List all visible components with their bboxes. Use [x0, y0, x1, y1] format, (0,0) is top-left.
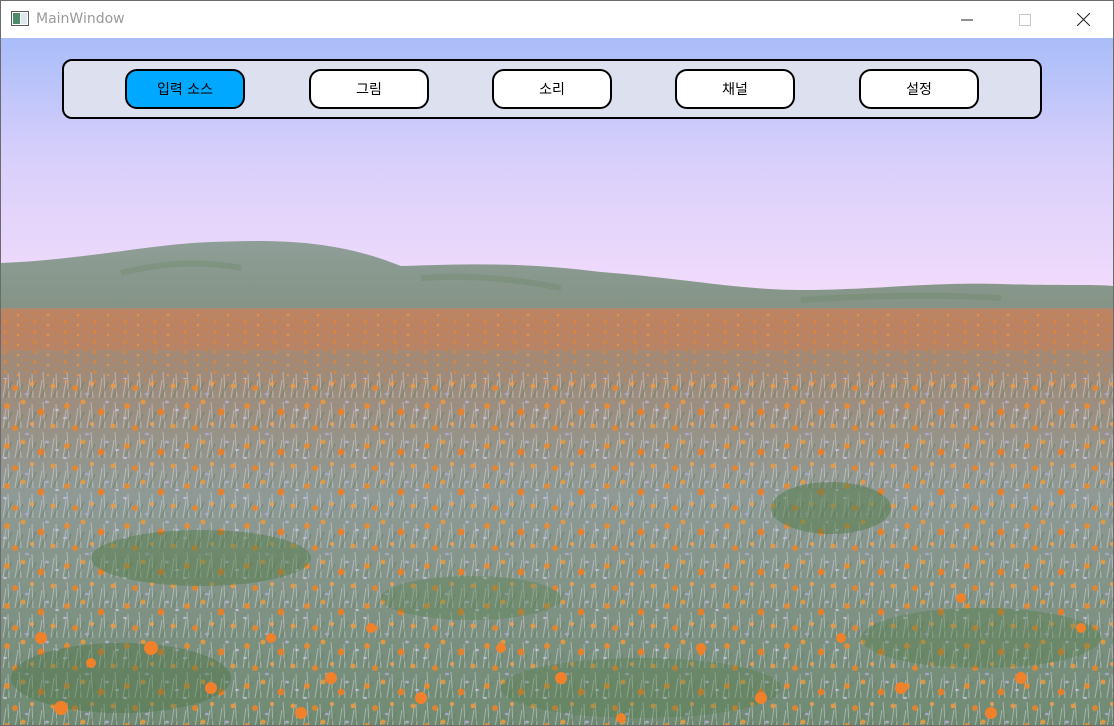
close-button[interactable] [1054, 1, 1112, 38]
app-icon [11, 11, 29, 26]
maximize-icon [1019, 13, 1031, 26]
sound-button[interactable]: 소리 [492, 69, 612, 109]
nav-toolbar: 입력 소스 그림 소리 채널 설정 [62, 59, 1042, 119]
input-source-button[interactable]: 입력 소스 [125, 69, 245, 109]
poppy-field-landscape-image [1, 38, 1113, 725]
maximize-button[interactable] [996, 1, 1054, 38]
main-window: MainWindow 입력 소스 그림 소리 채널 설정 [0, 0, 1114, 726]
background-image [1, 38, 1113, 725]
close-icon [1076, 13, 1090, 26]
title-bar[interactable]: MainWindow [1, 1, 1113, 38]
minimize-button[interactable] [938, 1, 996, 38]
channel-button[interactable]: 채널 [675, 69, 795, 109]
settings-button[interactable]: 설정 [859, 69, 979, 109]
window-title: MainWindow [36, 11, 125, 27]
minimize-icon [961, 19, 973, 20]
picture-button[interactable]: 그림 [309, 69, 429, 109]
